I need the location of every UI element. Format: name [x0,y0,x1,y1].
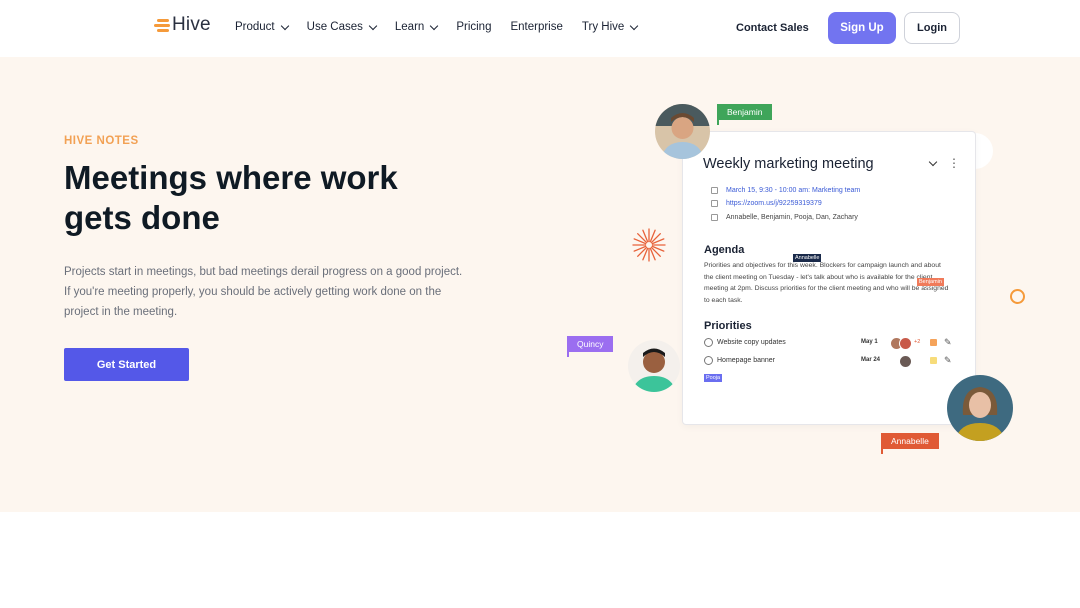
annabelle-name-tag: Annabelle [881,433,939,454]
sign-up-button[interactable]: Sign Up [828,12,896,44]
menu-try-hive[interactable]: Try Hive [581,21,639,33]
calendar-icon [711,187,718,194]
meeting-attendees-row: Annabelle, Benjamin, Pooja, Dan, Zachary [711,214,858,221]
hive-logo-icon [154,18,170,32]
menu-label: Try Hive [581,21,625,33]
edit-icon[interactable]: ✎ [944,355,952,366]
contact-sales-link[interactable]: Contact Sales [736,22,809,34]
priority-color-swatch [930,339,937,346]
benjamin-cursor-tag: Benjamin [917,278,944,286]
annabelle-cursor-tag: Annabelle [793,254,822,262]
agenda-heading: Agenda [704,244,745,256]
priority-extra-count: +2 [914,339,921,345]
sunburst-icon [632,228,666,262]
check-circle-icon[interactable] [704,338,713,347]
chevron-down-icon [368,21,378,30]
pooja-cursor-tag: Pooja [704,374,723,382]
avatar [899,337,912,350]
hero-description: Projects start in meetings, but bad meet… [64,266,463,318]
menu-product[interactable]: Product [235,21,289,33]
benjamin-avatar [655,104,710,159]
menu-label: Enterprise [510,21,563,33]
menu-pricing[interactable]: Pricing [456,21,491,33]
menu-label: Pricing [456,21,492,33]
chevron-down-icon[interactable] [928,157,938,167]
hero-headline: Meetings where work gets done [64,159,398,236]
priority-label: Homepage banner [717,357,775,364]
quincy-avatar [628,340,680,392]
chevron-down-icon [630,21,639,30]
meeting-link-row: https://zoom.us/j/92259319379 [711,200,822,207]
get-started-button[interactable]: Get Started [64,348,189,381]
avatar [899,355,912,368]
login-button[interactable]: Login [904,12,960,44]
hive-logo[interactable]: Hive [154,14,211,36]
priorities-heading: Priorities [704,320,752,332]
chevron-down-icon [280,21,289,30]
agenda-text[interactable]: Priorities and objectives for this week.… [704,260,949,306]
meeting-date-row: March 15, 9:30 - 10:00 am: Marketing tea… [711,187,860,194]
priority-label: Website copy updates [717,339,786,346]
menu-label: Learn [394,21,425,33]
brand-name: Hive [172,14,211,35]
decorative-ring-icon [1010,289,1025,304]
video-icon [711,200,718,207]
benjamin-name-tag: Benjamin [717,104,773,125]
check-circle-icon[interactable] [704,356,713,365]
meeting-notes-card[interactable]: Weekly marketing meeting ⋮ March 15, 9:3… [682,131,976,425]
menu-use-cases[interactable]: Use Cases [306,21,378,33]
menu-enterprise[interactable]: Enterprise [510,21,562,33]
priority-item[interactable]: Website copy updates May 1 +2 ✎ [704,337,954,351]
menu-learn[interactable]: Learn [394,21,439,33]
people-icon [711,214,718,221]
more-options-icon[interactable]: ⋮ [948,156,960,170]
priority-color-swatch [930,357,937,364]
meeting-title: Weekly marketing meeting [703,156,874,172]
meeting-attendees: Annabelle, Benjamin, Pooja, Dan, Zachary [726,214,858,221]
priority-date: May 1 [861,339,878,345]
priority-item[interactable]: Homepage banner Mar 24 ✎ [704,355,954,369]
annabelle-avatar [947,375,1013,441]
top-nav: Hive Product Use Cases Learn Pricing Ent… [0,0,1080,57]
priority-date: Mar 24 [861,357,881,363]
edit-icon[interactable]: ✎ [944,337,952,348]
hero-eyebrow: HIVE NOTES [64,135,139,147]
main-menu: Product Use Cases Learn Pricing Enterpri… [235,21,656,33]
meeting-link[interactable]: https://zoom.us/j/92259319379 [726,200,822,207]
chevron-down-icon [430,21,439,30]
menu-label: Use Cases [306,21,363,33]
menu-label: Product [235,21,275,33]
meeting-date: March 15, 9:30 - 10:00 am: Marketing tea… [726,187,861,194]
quincy-name-tag: Quincy [567,336,614,357]
